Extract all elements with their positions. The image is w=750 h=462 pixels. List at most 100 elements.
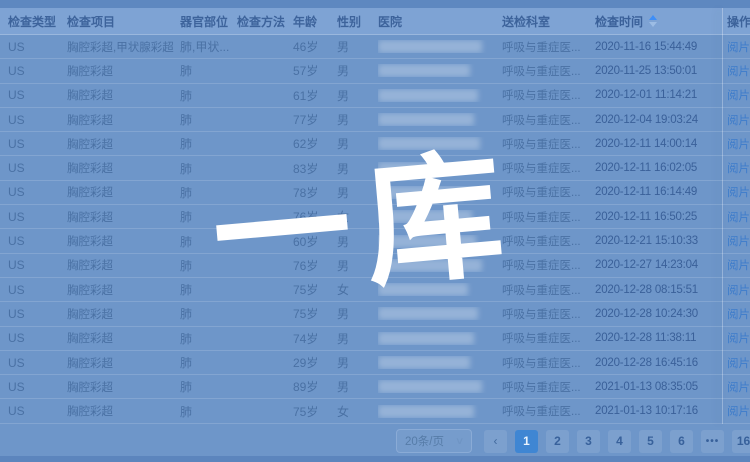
top-strip [0,0,750,8]
cell-check-item: 胸腔彩超 [67,282,180,298]
hospital-redacted-blur [378,64,470,77]
table-row: US胸腔彩超肺75岁女呼吸与重症医...2021-01-13 10:17:16阅… [0,399,750,423]
cell-action: 阅片 [722,39,750,55]
cell-action: 阅片 [722,63,750,79]
page-button-4[interactable]: 4 [608,430,631,453]
cell-department: 呼吸与重症医... [502,330,595,346]
view-film-link[interactable]: 阅片 [727,160,750,176]
column-header-hospital: 医院 [378,13,502,30]
cell-action: 阅片 [722,306,750,322]
view-film-link[interactable]: 阅片 [727,355,750,371]
cell-gender: 男 [337,38,378,55]
cell-organ: 肺 [180,160,237,177]
cell-check-item: 胸腔彩超 [67,233,180,249]
cell-department: 呼吸与重症医... [502,379,595,395]
hospital-redacted-blur [378,162,466,175]
cell-department: 呼吸与重症医... [502,63,595,79]
cell-age: 76岁 [293,257,337,274]
view-film-link[interactable]: 阅片 [727,136,750,152]
view-film-link[interactable]: 阅片 [727,257,750,273]
page-button-3[interactable]: 3 [577,430,600,453]
view-film-link[interactable]: 阅片 [727,184,750,200]
cell-action: 阅片 [722,209,750,225]
pager-ellipsis[interactable]: ••• [701,430,724,453]
view-film-link[interactable]: 阅片 [727,233,750,249]
page-button-1[interactable]: 1 [515,430,538,453]
view-film-link[interactable]: 阅片 [727,330,750,346]
page-size-select[interactable]: 20条/页 ∨ [396,429,472,453]
table-body: US胸腔彩超,甲状腺彩超肺,甲状...46岁男呼吸与重症医...2020-11-… [0,35,750,424]
cell-check-time: 2020-11-16 15:44:49 [595,41,722,53]
page-button-6[interactable]: 6 [670,430,693,453]
cell-check-type: US [0,234,67,248]
cell-organ: 肺,甲状... [180,38,237,55]
hospital-redacted-blur [378,113,474,126]
hospital-redacted-blur [378,380,482,393]
cell-department: 呼吸与重症医... [502,184,595,200]
cell-check-type: US [0,380,67,394]
hospital-redacted-blur [378,405,474,418]
cell-check-time: 2020-12-11 16:14:49 [595,186,722,198]
sort-caret[interactable] [649,15,657,27]
view-film-link[interactable]: 阅片 [727,209,750,225]
sort-ascending-icon[interactable] [649,15,657,20]
view-film-link[interactable]: 阅片 [727,282,750,298]
cell-check-item: 胸腔彩超 [67,184,180,200]
hospital-redacted-blur [378,283,468,296]
page-button-16[interactable]: 16 [732,430,750,453]
view-film-link[interactable]: 阅片 [727,403,750,419]
cell-hospital [378,162,502,175]
cell-check-type: US [0,404,67,418]
cell-hospital [378,113,502,126]
cell-age: 60岁 [293,233,337,250]
table-row: US胸腔彩超肺29岁男呼吸与重症医...2020-12-28 16:45:16阅… [0,351,750,375]
page-button-5[interactable]: 5 [639,430,662,453]
cell-check-time: 2021-01-13 08:35:05 [595,381,722,393]
page-button-2[interactable]: 2 [546,430,569,453]
cell-check-type: US [0,185,67,199]
cell-age: 78岁 [293,184,337,201]
column-header-actions: 操作 [722,13,750,30]
view-film-link[interactable]: 阅片 [727,63,750,79]
cell-check-item: 胸腔彩超 [67,257,180,273]
column-header-check-time[interactable]: 检查时间 [595,13,722,30]
cell-hospital [378,89,502,102]
cell-organ: 肺 [180,305,237,322]
previous-page-button[interactable]: ‹ [484,430,507,453]
cell-gender: 男 [337,233,378,250]
view-film-link[interactable]: 阅片 [727,306,750,322]
cell-age: 83岁 [293,160,337,177]
column-header-check-item: 检查项目 [67,13,180,30]
cell-age: 62岁 [293,135,337,152]
hospital-redacted-blur [378,356,470,369]
cell-organ: 肺 [180,403,237,420]
table-row: US胸腔彩超肺75岁男呼吸与重症医...2020-12-28 10:24:30阅… [0,302,750,326]
cell-hospital [378,235,502,248]
cell-gender: 女 [337,281,378,298]
cell-organ: 肺 [180,135,237,152]
cell-gender: 男 [337,87,378,104]
view-film-link[interactable]: 阅片 [727,379,750,395]
cell-action: 阅片 [722,233,750,249]
view-film-link[interactable]: 阅片 [727,112,750,128]
table-row: US胸腔彩超肺89岁男呼吸与重症医...2021-01-13 08:35:05阅… [0,375,750,399]
cell-hospital [378,137,502,150]
cell-gender: 女 [337,208,378,225]
column-header-method: 检查方法 [237,13,293,30]
table-header-row: 检查类型 检查项目 器官部位 检查方法 年龄 性别 医院 送检科室 检查时间 操… [0,8,750,35]
cell-check-item: 胸腔彩超 [67,330,180,346]
page-size-label: 20条/页 [405,433,444,449]
cell-check-time: 2020-12-11 16:50:25 [595,211,722,223]
cell-age: 46岁 [293,38,337,55]
cell-action: 阅片 [722,379,750,395]
cell-check-item: 胸腔彩超 [67,63,180,79]
table-row: US胸腔彩超肺76岁男呼吸与重症医...2020-12-27 14:23:04阅… [0,254,750,278]
cell-department: 呼吸与重症医... [502,403,595,419]
table-row: US胸腔彩超肺78岁男呼吸与重症医...2020-12-11 16:14:49阅… [0,181,750,205]
sort-descending-icon[interactable] [649,22,657,27]
view-film-link[interactable]: 阅片 [727,39,750,55]
check-time-header-label: 检查时间 [595,13,643,30]
view-film-link[interactable]: 阅片 [727,87,750,103]
cell-check-type: US [0,137,67,151]
cell-check-item: 胸腔彩超 [67,160,180,176]
